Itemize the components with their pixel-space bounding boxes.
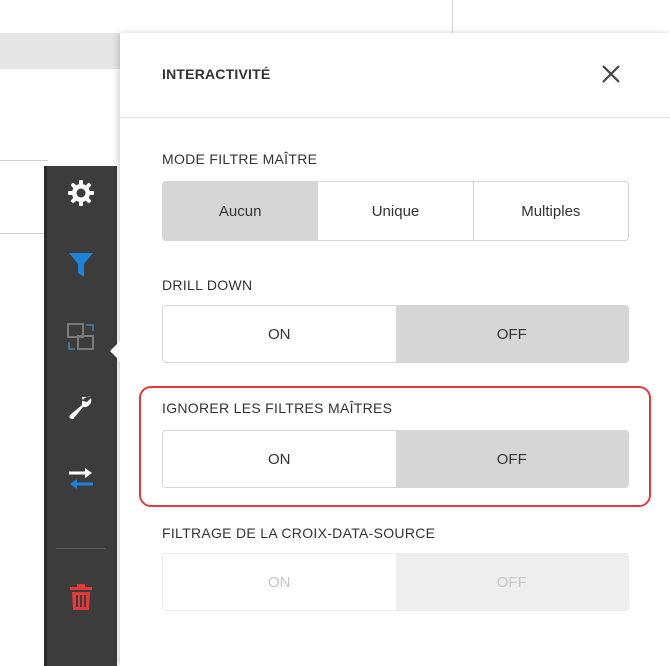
background-divider [452, 0, 453, 33]
swap-arrows-icon [67, 465, 95, 498]
filter-icon [68, 251, 94, 284]
convert-icon [66, 322, 96, 357]
gear-icon [66, 178, 96, 213]
panel-header: INTERACTIVITÉ [120, 33, 670, 118]
format-rules-button[interactable] [44, 380, 117, 438]
wrench-icon [67, 393, 95, 426]
interactivity-panel: INTERACTIVITÉ MODE FILTRE MAÎTRE Aucun U… [120, 33, 670, 666]
master-filter-mode-label: MODE FILTRE MAÎTRE [162, 151, 318, 167]
trash-icon [69, 583, 93, 616]
convert-button[interactable] [44, 310, 117, 368]
ignore-master-filters-toggle: ON OFF [162, 430, 629, 488]
background-divider [0, 160, 48, 161]
ignore-master-filters-label: IGNORER LES FILTRES MAÎTRES [162, 400, 393, 416]
drill-down-off[interactable]: OFF [395, 306, 628, 362]
toolbar-edge [44, 166, 47, 666]
transpose-button[interactable] [44, 452, 117, 510]
close-icon [601, 64, 621, 89]
cross-datasource-on: ON [163, 554, 396, 610]
item-toolbar [44, 166, 117, 666]
master-filter-mode-selector: Aucun Unique Multiples [162, 181, 629, 241]
master-filter-option-single[interactable]: Unique [317, 182, 473, 240]
delete-button[interactable] [44, 570, 117, 628]
close-button[interactable] [596, 61, 626, 91]
ignore-master-filters-on[interactable]: ON [163, 431, 396, 487]
panel-pointer [110, 340, 121, 362]
background-divider [0, 233, 48, 234]
cross-datasource-filtering-label: FILTRAGE DE LA CROIX-DATA-SOURCE [162, 525, 436, 541]
master-filter-option-multiple[interactable]: Multiples [472, 182, 628, 240]
drill-down-toggle: ON OFF [162, 305, 629, 363]
cross-datasource-filtering-toggle: ON OFF [162, 553, 629, 611]
ignore-master-filters-off[interactable]: OFF [395, 431, 628, 487]
master-filter-option-none[interactable]: Aucun [163, 182, 318, 240]
filter-button[interactable] [44, 238, 117, 296]
settings-button[interactable] [44, 166, 117, 224]
drill-down-label: DRILL DOWN [162, 277, 253, 293]
background-header-band [0, 33, 130, 69]
panel-title: INTERACTIVITÉ [162, 66, 271, 82]
toolbar-separator [56, 548, 106, 549]
drill-down-on[interactable]: ON [163, 306, 396, 362]
cross-datasource-off: OFF [395, 554, 628, 610]
